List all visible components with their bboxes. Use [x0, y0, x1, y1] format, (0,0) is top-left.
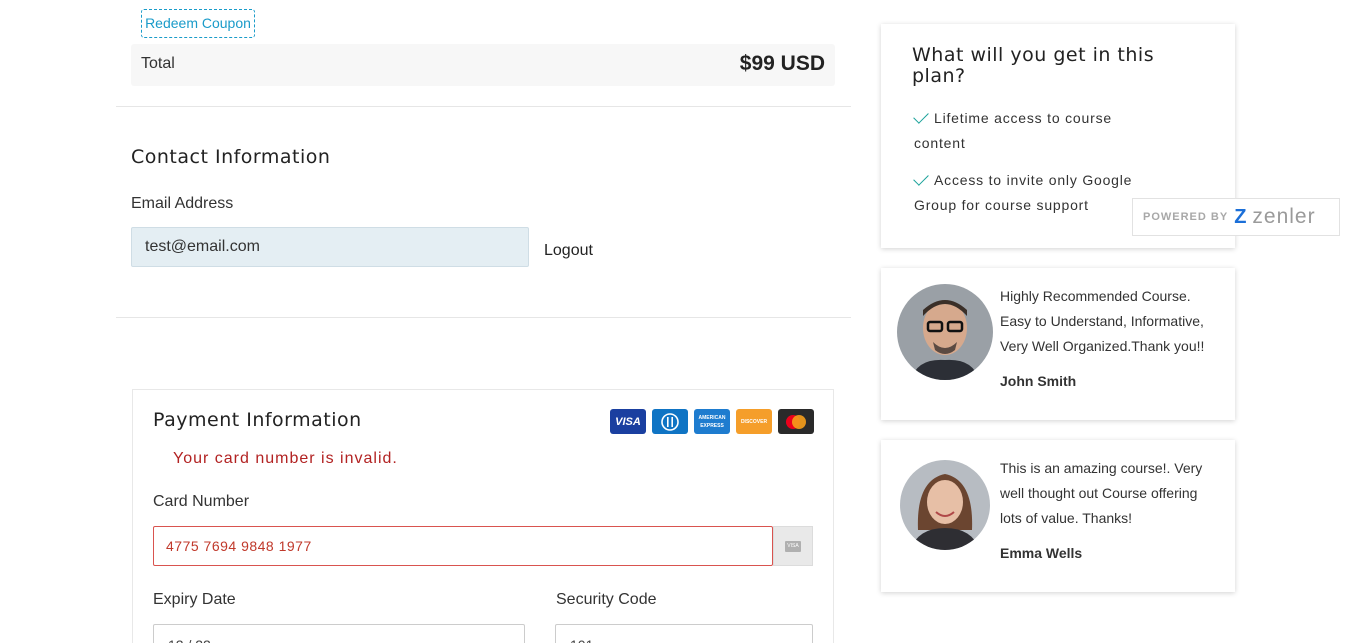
mastercard-icon: [778, 409, 814, 434]
amex-icon: AMERICAN EXPRESS: [694, 409, 730, 434]
avatar-emma-image: [900, 460, 990, 550]
powered-by-text: POWERED BY: [1143, 211, 1229, 223]
card-error-message: Your card number is invalid.: [173, 450, 398, 467]
redeem-coupon-button[interactable]: Redeem Coupon: [141, 9, 255, 38]
visa-icon: VISA: [610, 409, 646, 434]
divider: [116, 317, 851, 318]
testimonial-text: This is an amazing course!. Very well th…: [1000, 460, 1203, 526]
zenler-logo-icon: Z: [1234, 205, 1247, 228]
email-label: Email Address: [131, 195, 234, 212]
discover-icon: DISCOVER: [736, 409, 772, 434]
card-type-icon: VISA: [785, 540, 801, 552]
contact-title: Contact Information: [131, 146, 331, 168]
card-logos: VISA AMERICAN EXPRESS DISCOVER: [610, 409, 814, 434]
card-type-indicator: VISA: [773, 526, 813, 566]
expiry-field[interactable]: 12 / 22: [153, 624, 525, 643]
zenler-wordmark: zenler: [1252, 205, 1316, 228]
check-icon: [913, 170, 929, 186]
testimonial-text: Highly Recommended Course. Easy to Under…: [1000, 288, 1205, 354]
card-number-field[interactable]: 4775 7694 9848 1977: [153, 526, 773, 566]
total-value: $99 USD: [739, 52, 825, 75]
payment-title: Payment Information: [153, 409, 362, 431]
avatar: [900, 460, 990, 550]
expiry-label: Expiry Date: [153, 591, 236, 608]
security-code-label: Security Code: [556, 591, 657, 608]
avatar-john-image: [897, 284, 993, 380]
email-field[interactable]: test@email.com: [131, 227, 529, 267]
total-bar: [131, 44, 835, 86]
benefit-item: Lifetime access to course content: [913, 106, 1144, 156]
benefit-text: Lifetime access to course content: [914, 110, 1112, 151]
card-number-label: Card Number: [153, 493, 250, 510]
logout-link[interactable]: Logout: [544, 242, 593, 260]
benefit-item: Access to invite only Google Group for c…: [913, 168, 1144, 218]
diners-icon: [652, 409, 688, 434]
divider: [116, 106, 851, 107]
total-label: Total: [141, 55, 175, 72]
plan-title: What will you get in this plan?: [912, 44, 1155, 87]
powered-by-badge[interactable]: POWERED BY Z zenler: [1132, 198, 1340, 236]
security-code-field[interactable]: 101: [555, 624, 813, 643]
check-icon: [913, 108, 929, 124]
mastercard-glyph: [786, 414, 806, 429]
testimonial-author: Emma Wells: [1000, 545, 1083, 561]
benefit-text: Access to invite only Google Group for c…: [914, 172, 1133, 213]
testimonial-author: John Smith: [1000, 373, 1077, 389]
avatar: [897, 284, 993, 380]
diners-glyph: [661, 412, 679, 431]
